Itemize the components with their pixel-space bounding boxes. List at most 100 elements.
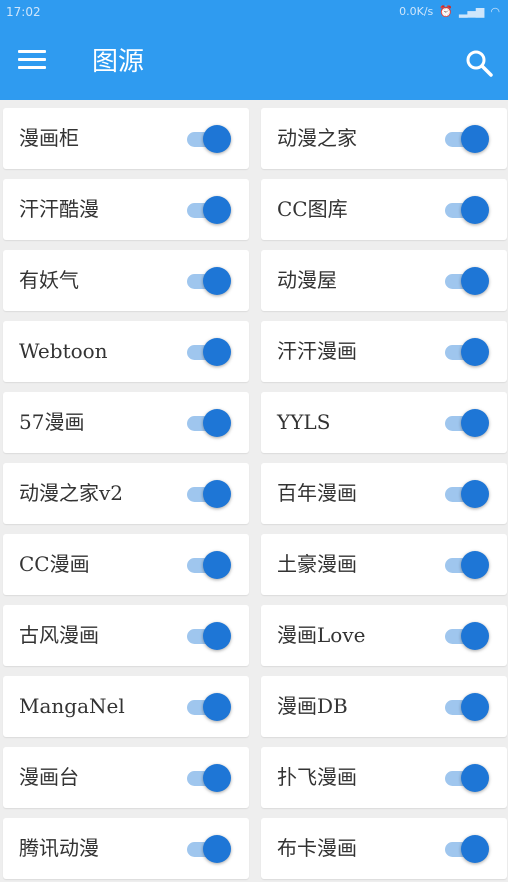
source-toggle[interactable]	[187, 409, 231, 437]
toggle-thumb	[461, 693, 489, 721]
toggle-thumb	[461, 764, 489, 792]
source-label: MangaNel	[19, 694, 125, 718]
source-toggle[interactable]	[187, 125, 231, 153]
source-card: 土豪漫画	[261, 534, 507, 595]
source-card: 动漫屋	[261, 250, 507, 311]
toggle-thumb	[203, 764, 231, 792]
toggle-thumb	[461, 125, 489, 153]
toggle-thumb	[461, 196, 489, 224]
source-label: 动漫之家	[277, 126, 357, 150]
status-time: 17:02	[6, 5, 41, 19]
source-card: 57漫画	[3, 392, 249, 453]
toggle-thumb	[461, 409, 489, 437]
toggle-thumb	[203, 409, 231, 437]
source-label: 汗汗漫画	[277, 339, 357, 363]
source-toggle[interactable]	[445, 764, 489, 792]
toggle-thumb	[203, 267, 231, 295]
search-button[interactable]	[464, 48, 494, 78]
source-card: CC图库	[261, 179, 507, 240]
source-toggle[interactable]	[187, 764, 231, 792]
source-card: 腾讯动漫	[3, 818, 249, 879]
source-toggle[interactable]	[187, 480, 231, 508]
search-icon	[466, 50, 493, 77]
source-card: 漫画DB	[261, 676, 507, 737]
source-label: Webtoon	[19, 339, 108, 363]
source-card: 动漫之家	[261, 108, 507, 169]
source-card: 扑飞漫画	[261, 747, 507, 808]
source-label: 动漫屋	[277, 268, 337, 292]
toggle-thumb	[461, 480, 489, 508]
source-label: YYLS	[277, 410, 331, 434]
source-toggle[interactable]	[445, 409, 489, 437]
hamburger-icon	[18, 50, 46, 69]
source-card: YYLS	[261, 392, 507, 453]
toggle-thumb	[461, 267, 489, 295]
source-card: 漫画Love	[261, 605, 507, 666]
toggle-thumb	[203, 551, 231, 579]
source-label: 有妖气	[19, 268, 79, 292]
source-label: CC图库	[277, 197, 348, 221]
source-toggle[interactable]	[187, 551, 231, 579]
source-label: 汗汗酷漫	[19, 197, 99, 221]
source-card: 布卡漫画	[261, 818, 507, 879]
status-bar: 17:02 0.0K/s ⏰ ▂▄▆ ◠	[0, 0, 508, 24]
source-label: 漫画台	[19, 765, 79, 789]
toggle-thumb	[203, 480, 231, 508]
toggle-thumb	[203, 835, 231, 863]
toggle-thumb	[203, 693, 231, 721]
source-toggle[interactable]	[445, 267, 489, 295]
source-toggle[interactable]	[445, 551, 489, 579]
wifi-icon: ◠	[490, 5, 500, 18]
app-bar: 图源	[0, 24, 508, 100]
source-label: CC漫画	[19, 552, 90, 576]
source-card: 汗汗酷漫	[3, 179, 249, 240]
source-toggle[interactable]	[187, 196, 231, 224]
toggle-thumb	[203, 622, 231, 650]
toggle-thumb	[461, 835, 489, 863]
status-icons: 0.0K/s ⏰ ▂▄▆ ◠	[399, 0, 500, 24]
source-toggle[interactable]	[445, 196, 489, 224]
toggle-thumb	[203, 125, 231, 153]
source-label: 漫画DB	[277, 694, 348, 718]
toggle-thumb	[461, 338, 489, 366]
source-card: 百年漫画	[261, 463, 507, 524]
source-card: 漫画柜	[3, 108, 249, 169]
source-label: 漫画柜	[19, 126, 79, 150]
toggle-thumb	[461, 551, 489, 579]
toggle-thumb	[461, 622, 489, 650]
source-toggle[interactable]	[187, 622, 231, 650]
page-title: 图源	[92, 47, 145, 77]
source-label: 扑飞漫画	[277, 765, 357, 789]
source-card: 古风漫画	[3, 605, 249, 666]
source-toggle[interactable]	[445, 480, 489, 508]
source-label: 土豪漫画	[277, 552, 357, 576]
source-toggle[interactable]	[445, 338, 489, 366]
toggle-thumb	[203, 338, 231, 366]
source-card: 动漫之家v2	[3, 463, 249, 524]
source-card: 汗汗漫画	[261, 321, 507, 382]
source-toggle[interactable]	[445, 835, 489, 863]
source-label: 漫画Love	[277, 623, 366, 647]
source-card: Webtoon	[3, 321, 249, 382]
source-label: 百年漫画	[277, 481, 357, 505]
source-label: 57漫画	[19, 410, 85, 434]
source-toggle[interactable]	[445, 622, 489, 650]
source-toggle[interactable]	[187, 693, 231, 721]
source-grid: 漫画柜 动漫之家汗汗酷漫 CC图库有妖气 动漫屋 Webtoon 汗汗漫画 57漫画 YYLS…	[0, 100, 508, 879]
source-card: CC漫画	[3, 534, 249, 595]
source-toggle[interactable]	[187, 267, 231, 295]
source-toggle[interactable]	[445, 125, 489, 153]
toggle-thumb	[203, 196, 231, 224]
source-label: 腾讯动漫	[19, 836, 99, 860]
source-card: 漫画台	[3, 747, 249, 808]
source-toggle[interactable]	[445, 693, 489, 721]
source-toggle[interactable]	[187, 338, 231, 366]
source-label: 古风漫画	[19, 623, 99, 647]
menu-button[interactable]	[18, 50, 46, 74]
source-toggle[interactable]	[187, 835, 231, 863]
source-label: 布卡漫画	[277, 836, 357, 860]
network-speed: 0.0K/s	[399, 5, 434, 18]
source-label: 动漫之家v2	[19, 481, 124, 505]
alarm-icon: ⏰	[439, 5, 453, 18]
signal-icon: ▂▄▆	[459, 5, 485, 18]
